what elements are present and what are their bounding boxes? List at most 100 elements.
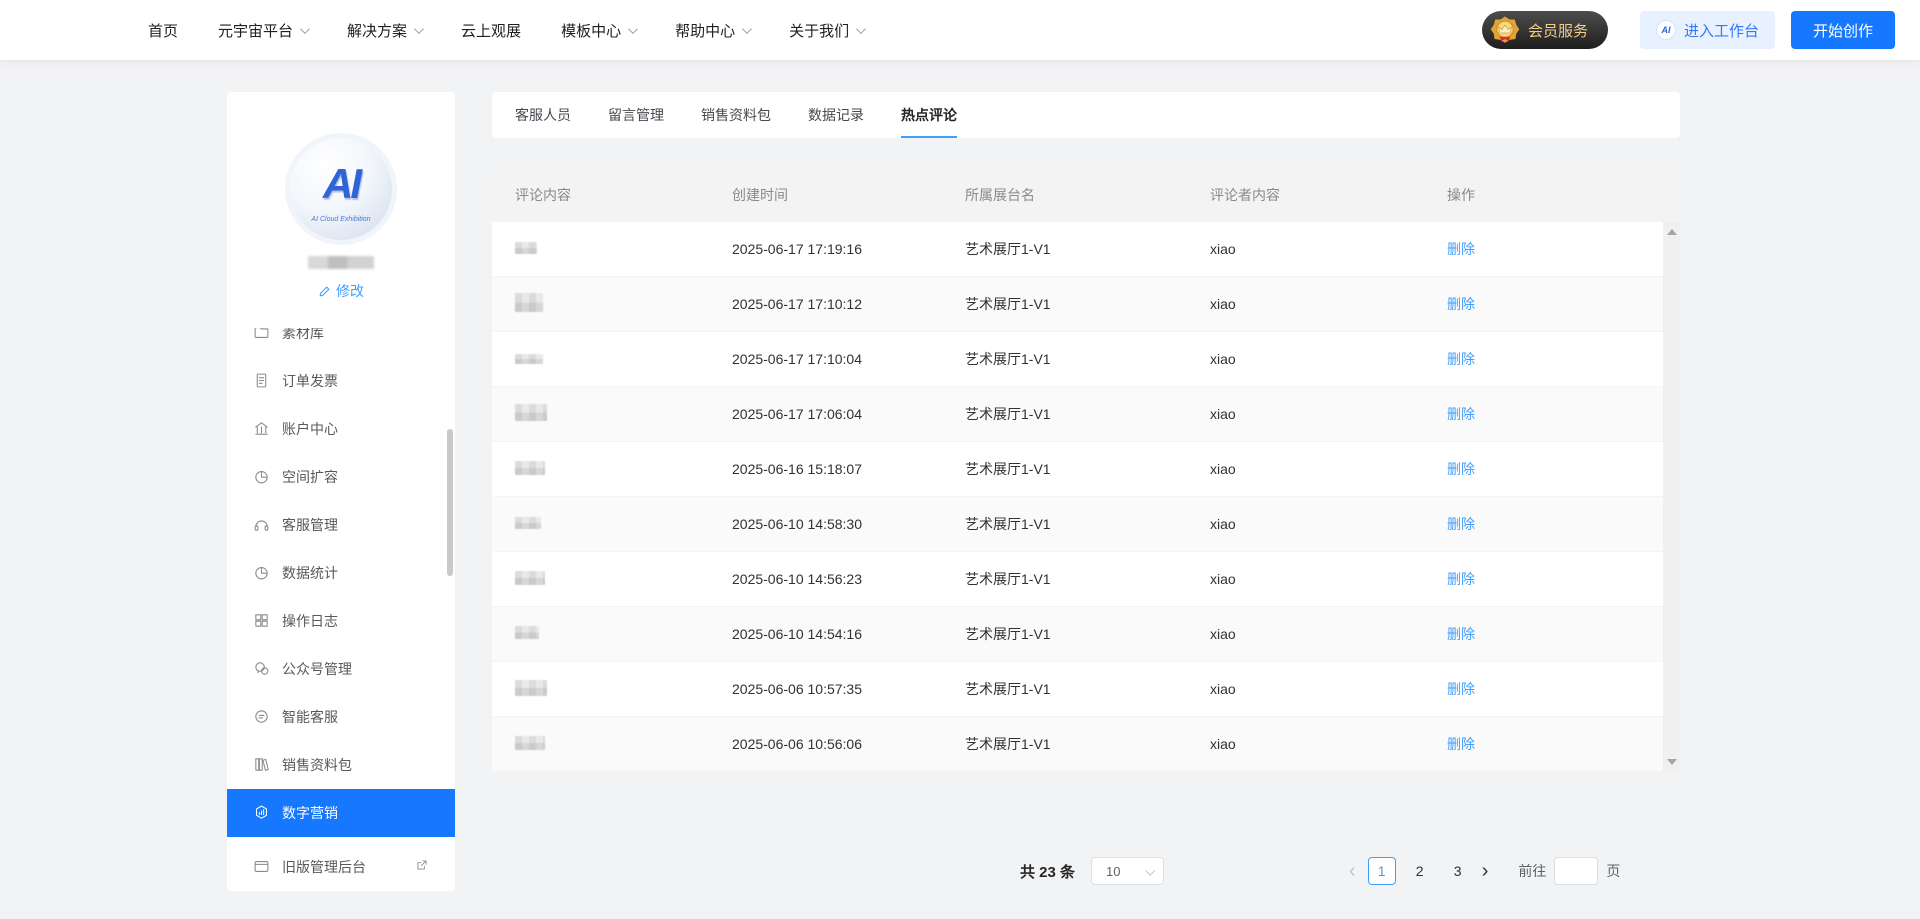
- tab-hot-comments[interactable]: 热点评论: [901, 92, 957, 138]
- top-navbar: 首页 元宇宙平台 解决方案 云上观展 模板中心 帮助中心 关于我们 会员服务 A…: [0, 0, 1920, 60]
- delete-link[interactable]: 删除: [1447, 351, 1475, 367]
- sidebar-item-digital-marketing[interactable]: 数字营销: [227, 789, 455, 837]
- page-button-1[interactable]: 1: [1368, 857, 1396, 885]
- delete-link[interactable]: 删除: [1447, 461, 1475, 477]
- delete-link[interactable]: 删除: [1447, 516, 1475, 532]
- nav-item-metaverse-platform[interactable]: 元宇宙平台: [218, 20, 307, 41]
- delete-link[interactable]: 删除: [1447, 571, 1475, 587]
- main-nav: 首页 元宇宙平台 解决方案 云上观展 模板中心 帮助中心 关于我们: [0, 20, 863, 41]
- nav-item-home[interactable]: 首页: [148, 20, 178, 41]
- cell-commenter: xiao: [1210, 736, 1447, 752]
- sidebar-item-space-expansion[interactable]: 空间扩容: [227, 453, 455, 501]
- sidebar-item-label: 旧版管理后台: [282, 857, 366, 877]
- goto-page-input[interactable]: [1554, 857, 1598, 885]
- cell-commenter: xiao: [1210, 516, 1447, 532]
- tab-service-staff[interactable]: 客服人员: [515, 92, 571, 138]
- sidebar-item-legacy-admin[interactable]: 旧版管理后台: [227, 843, 455, 891]
- sidebar-item-account-center[interactable]: 账户中心: [227, 405, 455, 453]
- prev-page-button[interactable]: [1349, 860, 1356, 883]
- delete-link[interactable]: 删除: [1447, 296, 1475, 312]
- headset-icon: [253, 516, 270, 533]
- table-row: 2025-06-10 14:54:16 艺术展厅1-V1 xiao 删除: [492, 607, 1680, 662]
- table-row: 2025-06-17 17:19:16 艺术展厅1-V1 xiao 删除: [492, 222, 1680, 277]
- delete-link[interactable]: 删除: [1447, 626, 1475, 642]
- nav-item-help-center[interactable]: 帮助中心: [675, 20, 749, 41]
- chevron-down-icon: [742, 24, 752, 34]
- table-row: 2025-06-10 14:58:30 艺术展厅1-V1 xiao 删除: [492, 497, 1680, 552]
- chevron-down-icon: [628, 24, 638, 34]
- sidebar-item-sales-kit[interactable]: 销售资料包: [227, 741, 455, 789]
- table-row: 2025-06-16 15:18:07 艺术展厅1-V1 xiao 删除: [492, 442, 1680, 497]
- nav-label: 云上观展: [461, 20, 521, 41]
- sidebar-item-order-invoice[interactable]: 订单发票: [227, 357, 455, 405]
- sidebar-item-smart-service[interactable]: 智能客服: [227, 693, 455, 741]
- avatar[interactable]: AI AI Cloud Exhibition: [290, 138, 392, 240]
- page-button-3[interactable]: 3: [1444, 857, 1472, 885]
- delete-link[interactable]: 删除: [1447, 681, 1475, 697]
- sidebar-item-official-account[interactable]: 公众号管理: [227, 645, 455, 693]
- member-service-badge[interactable]: 会员服务: [1482, 11, 1608, 49]
- nav-label: 首页: [148, 20, 178, 41]
- sidebar-item-label: 销售资料包: [282, 755, 352, 775]
- censored-comment-content: [515, 461, 545, 475]
- cell-hall-name: 艺术展厅1-V1: [965, 679, 1210, 699]
- table-row: 2025-06-06 10:56:06 艺术展厅1-V1 xiao 删除: [492, 717, 1680, 772]
- start-creating-button[interactable]: 开始创作: [1791, 11, 1895, 49]
- enter-workspace-button[interactable]: AI 进入工作台: [1640, 11, 1775, 49]
- tab-message-management[interactable]: 留言管理: [608, 92, 664, 138]
- chevron-down-icon: [300, 24, 310, 34]
- avatar-ai-logo: AI: [290, 160, 392, 208]
- pencil-icon: [318, 285, 331, 298]
- sidebar-item-label: 客服管理: [282, 515, 338, 535]
- profile-block: AI AI Cloud Exhibition 修改: [227, 138, 455, 303]
- table-row: 2025-06-10 14:56:23 艺术展厅1-V1 xiao 删除: [492, 552, 1680, 607]
- books-icon: [253, 756, 270, 773]
- cell-created-time: 2025-06-16 15:18:07: [732, 461, 965, 477]
- avatar-caption: AI Cloud Exhibition: [290, 216, 392, 223]
- scroll-up-icon[interactable]: [1667, 229, 1677, 235]
- sidebar-menu: 素材库 订单发票 账户中心 空间扩容 客服管理 数据统计 操作日志 公众号管理: [227, 328, 455, 891]
- ai-logo-icon: AI: [1656, 20, 1676, 40]
- censored-comment-content: [515, 626, 539, 639]
- col-commenter: 评论者内容: [1210, 185, 1447, 205]
- nav-label: 解决方案: [347, 20, 407, 41]
- chevron-down-icon: [414, 24, 424, 34]
- sidebar-item-customer-service[interactable]: 客服管理: [227, 501, 455, 549]
- wechat-icon: [253, 660, 270, 677]
- cell-created-time: 2025-06-17 17:10:04: [732, 351, 965, 367]
- nav-item-template-center[interactable]: 模板中心: [561, 20, 635, 41]
- nav-label: 帮助中心: [675, 20, 735, 41]
- cell-created-time: 2025-06-10 14:56:23: [732, 571, 965, 587]
- tab-data-records[interactable]: 数据记录: [808, 92, 864, 138]
- invoice-icon: [253, 372, 270, 389]
- table-row: 2025-06-17 17:06:04 艺术展厅1-V1 xiao 删除: [492, 387, 1680, 442]
- delete-link[interactable]: 删除: [1447, 736, 1475, 752]
- table-scrollbar[interactable]: [1663, 222, 1680, 772]
- page-size-select[interactable]: 10: [1091, 857, 1164, 885]
- delete-link[interactable]: 删除: [1447, 406, 1475, 422]
- nav-label: 模板中心: [561, 20, 621, 41]
- sidebar-item-operation-log[interactable]: 操作日志: [227, 597, 455, 645]
- pagination: 共 23 条 10 1 2 3 前往 页: [492, 857, 1680, 885]
- nav-item-about-us[interactable]: 关于我们: [789, 20, 863, 41]
- cell-created-time: 2025-06-06 10:56:06: [732, 736, 965, 752]
- next-page-button[interactable]: [1482, 860, 1489, 883]
- sidebar-scrollbar[interactable]: [447, 429, 453, 576]
- delete-link[interactable]: 删除: [1447, 241, 1475, 257]
- table-body: 2025-06-17 17:19:16 艺术展厅1-V1 xiao 删除 202…: [492, 222, 1680, 772]
- cell-created-time: 2025-06-17 17:10:12: [732, 296, 965, 312]
- table-row: 2025-06-17 17:10:04 艺术展厅1-V1 xiao 删除: [492, 332, 1680, 387]
- edit-profile-link[interactable]: 修改: [318, 281, 364, 301]
- sidebar-item-data-statistics[interactable]: 数据统计: [227, 549, 455, 597]
- nav-item-solutions[interactable]: 解决方案: [347, 20, 421, 41]
- censored-comment-content: [515, 680, 547, 696]
- page-button-2[interactable]: 2: [1406, 857, 1434, 885]
- censored-comment-content: [515, 293, 543, 312]
- gold-medal-icon: [1490, 15, 1520, 45]
- sidebar-item-material-library[interactable]: 素材库: [227, 328, 455, 357]
- nav-item-cloud-exhibition[interactable]: 云上观展: [461, 20, 521, 41]
- tab-sales-kit[interactable]: 销售资料包: [701, 92, 771, 138]
- scroll-down-icon[interactable]: [1667, 759, 1677, 765]
- nav-label: 元宇宙平台: [218, 20, 293, 41]
- cell-hall-name: 艺术展厅1-V1: [965, 239, 1210, 259]
